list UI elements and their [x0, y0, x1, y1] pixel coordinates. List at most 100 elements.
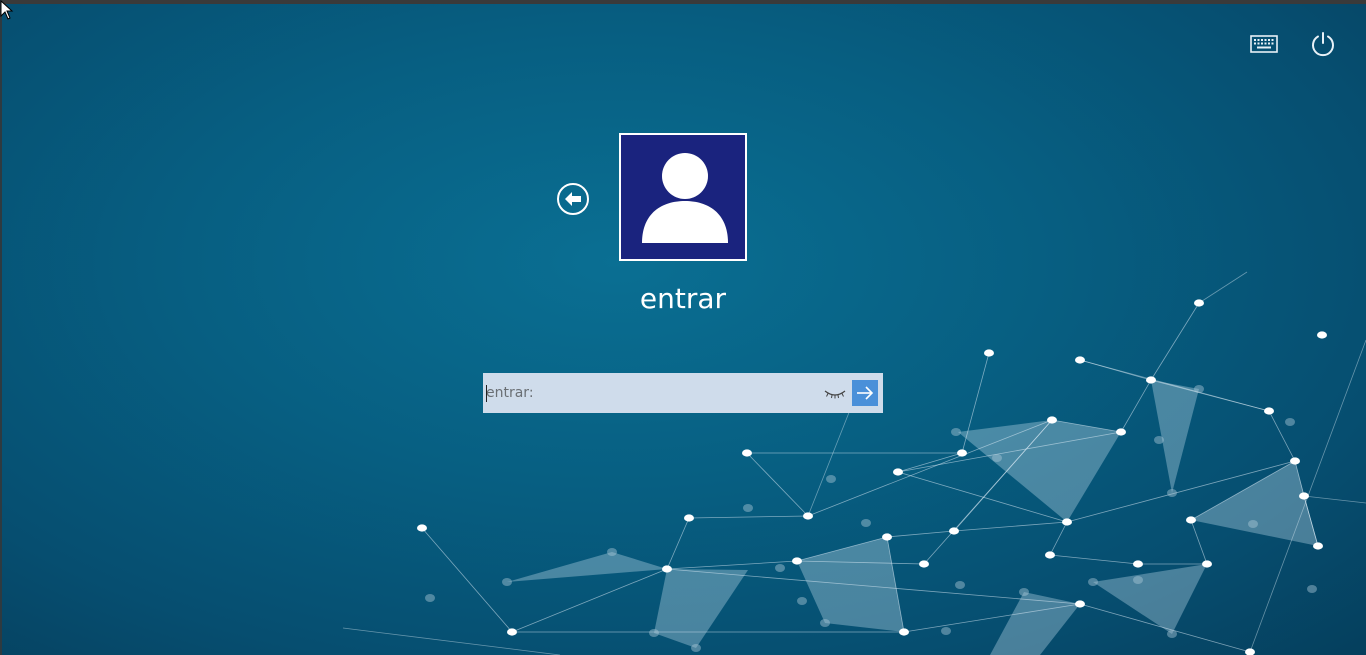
network-node-faint [992, 454, 1002, 462]
eye-closed-icon [824, 390, 846, 399]
network-node [1264, 407, 1274, 415]
network-node [507, 628, 517, 636]
window-left-border [0, 0, 2, 655]
network-edge [1150, 302, 1200, 381]
network-facet [1191, 461, 1318, 546]
password-input[interactable] [486, 373, 816, 413]
network-node [882, 533, 892, 541]
reveal-password-button[interactable] [822, 383, 848, 403]
network-facet [797, 537, 904, 632]
network-node [957, 449, 967, 457]
network-node [1313, 542, 1323, 550]
network-node-faint [1285, 418, 1295, 426]
network-edge [807, 409, 851, 517]
network-facet [1093, 564, 1207, 634]
network-node-faint [1154, 436, 1164, 444]
network-edge [1150, 379, 1270, 412]
network-node [1290, 457, 1300, 465]
network-node [984, 349, 994, 357]
network-facet [507, 552, 667, 582]
network-edge [1303, 495, 1366, 504]
network-node [1062, 518, 1072, 526]
power-button[interactable] [1306, 28, 1340, 60]
network-node [949, 527, 959, 535]
network-edge [1049, 521, 1068, 556]
network-edge [1120, 379, 1152, 433]
network-edge [342, 627, 561, 655]
network-node [417, 524, 427, 532]
network-node [1047, 416, 1057, 424]
network-node [1146, 376, 1156, 384]
network-node-faint [1088, 578, 1098, 586]
network-edge [421, 527, 513, 633]
text-caret [486, 385, 487, 402]
network-node [684, 514, 694, 522]
network-edge [1049, 554, 1139, 565]
network-node [1245, 648, 1255, 655]
network-edge [688, 515, 809, 519]
network-edge [1190, 519, 1208, 565]
network-node-faint [941, 627, 951, 635]
network-edge [796, 560, 925, 565]
network-edge [666, 517, 690, 570]
network-edge [1249, 339, 1366, 653]
network-node-faint [1167, 489, 1177, 497]
network-edge [666, 568, 1081, 605]
password-field-container [483, 373, 883, 413]
network-edge [807, 419, 1053, 517]
network-node-faint [775, 564, 785, 572]
network-edge [1268, 410, 1296, 462]
network-edge [1079, 359, 1270, 412]
window-top-border [0, 0, 1366, 4]
network-node-faint [425, 594, 435, 602]
network-node-faint [820, 619, 830, 627]
network-edge [1051, 419, 1122, 433]
network-node-faint [607, 548, 617, 556]
network-node [1186, 516, 1196, 524]
network-edge [961, 352, 990, 454]
network-node [1045, 551, 1055, 559]
user-avatar-icon [642, 153, 728, 243]
keyboard-button[interactable] [1247, 28, 1281, 60]
network-node-faint [1307, 585, 1317, 593]
network-edge [886, 536, 905, 633]
network-edge [1303, 495, 1319, 547]
network-node [899, 628, 909, 636]
network-node-faint [1194, 385, 1204, 393]
network-edge [897, 452, 963, 473]
arrow-right-icon [857, 386, 874, 400]
network-edge [1066, 460, 1296, 523]
network-facet [958, 420, 1121, 522]
network-edge [796, 536, 888, 562]
network-node-faint [951, 428, 961, 436]
network-node-faint [861, 519, 871, 527]
network-node [803, 512, 813, 520]
submit-login-button[interactable] [852, 380, 878, 406]
network-edge [897, 471, 1068, 523]
back-button[interactable] [556, 182, 590, 216]
network-node [1202, 560, 1212, 568]
network-node-faint [1167, 630, 1177, 638]
network-node-faint [743, 504, 753, 512]
back-arrow-icon [557, 183, 589, 215]
network-node-faint [955, 581, 965, 589]
network-facet [1151, 380, 1199, 493]
network-edge [903, 603, 1081, 633]
network-edge [886, 530, 955, 538]
network-node [1133, 560, 1143, 568]
background-network-graphic [342, 271, 1366, 655]
network-edge [923, 419, 1053, 565]
network-node-faint [502, 578, 512, 586]
username-label: entrar [639, 282, 727, 315]
network-edge [953, 521, 1068, 532]
network-node [1075, 600, 1085, 608]
power-icon [1312, 32, 1334, 57]
network-edge [666, 560, 798, 570]
keyboard-icon [1250, 35, 1278, 53]
network-node [1116, 428, 1126, 436]
network-facet [990, 592, 1080, 655]
network-node [662, 565, 672, 573]
network-node [893, 468, 903, 476]
network-node [742, 449, 752, 457]
network-node-faint [1248, 520, 1258, 528]
